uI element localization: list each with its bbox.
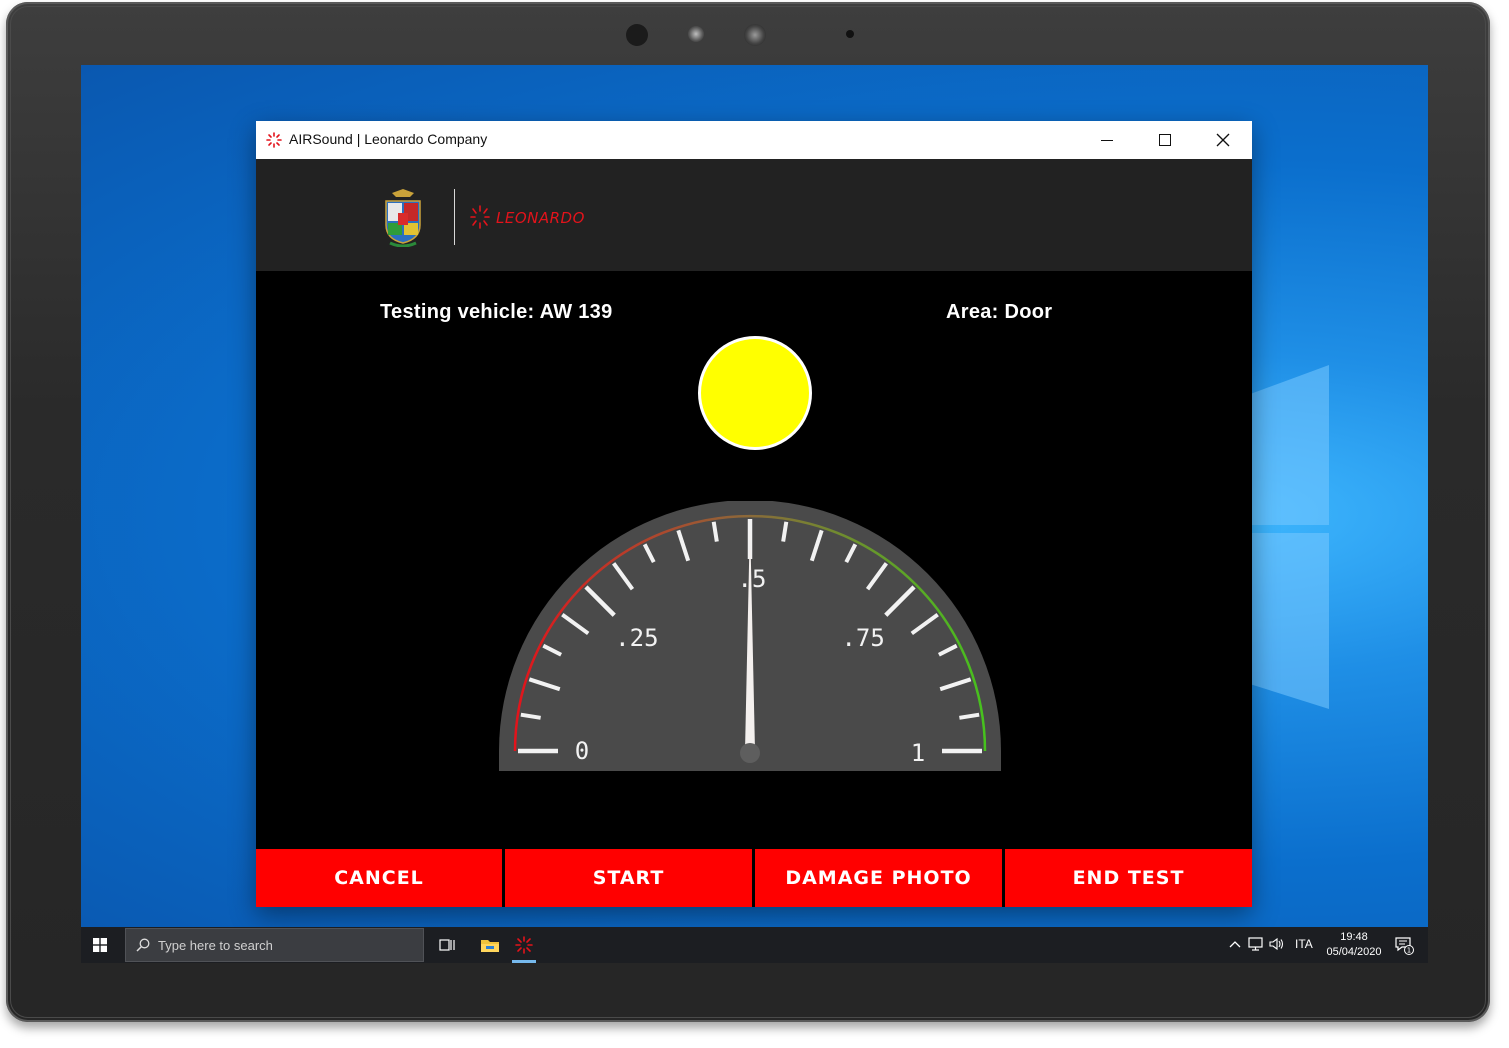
header-divider [454, 189, 455, 245]
gauge-tick-label: .25 [615, 624, 658, 652]
desktop-screen: AIRSound | Leonardo Company LEONARDO Tes… [81, 65, 1428, 963]
gauge-needle-hub [740, 743, 760, 763]
gauge-tick-label: 1 [911, 739, 925, 767]
camera-sensor-icon [626, 24, 648, 46]
gauge-meter: 0 .25 .5 .75 1 [499, 501, 1001, 771]
camera-lens-icon [688, 26, 704, 42]
minimize-button[interactable] [1078, 121, 1136, 159]
app-window: AIRSound | Leonardo Company LEONARDO Tes… [256, 121, 1252, 907]
airsound-app-icon[interactable] [514, 935, 534, 955]
status-indicator-light [698, 336, 812, 450]
chevron-up-icon[interactable] [1227, 936, 1243, 952]
clock-time: 19:48 [1340, 931, 1368, 943]
air-force-crest-icon [385, 189, 421, 247]
title-bar: AIRSound | Leonardo Company [256, 121, 1252, 159]
window-title: AIRSound | Leonardo Company [289, 131, 488, 147]
maximize-button[interactable] [1136, 121, 1194, 159]
windows-start-icon[interactable] [93, 938, 107, 952]
notification-icon[interactable]: 1 [1394, 935, 1414, 955]
gauge-tick-label: .75 [841, 624, 884, 652]
clock[interactable]: 19:48 05/04/2020 [1319, 930, 1389, 960]
area-label: Area: Door [946, 301, 1053, 323]
leonardo-spark-icon [266, 132, 282, 148]
cancel-button[interactable]: CANCEL [256, 849, 502, 907]
gauge-tick-label: .5 [738, 565, 767, 593]
start-button[interactable]: START [505, 849, 752, 907]
maximize-icon [1159, 134, 1171, 146]
file-explorer-icon[interactable] [480, 935, 500, 955]
close-button[interactable] [1194, 121, 1252, 159]
gauge-tick-label: 0 [575, 737, 589, 765]
action-bar: CANCEL START DAMAGE PHOTO END TEST [256, 849, 1252, 907]
volume-icon[interactable] [1268, 936, 1286, 952]
testing-vehicle-label: Testing vehicle: AW 139 [380, 301, 613, 323]
taskbar-search-box[interactable]: Type here to search [125, 928, 424, 962]
camera-lens-icon [744, 24, 766, 46]
network-icon[interactable] [1247, 936, 1265, 952]
task-view-icon[interactable] [437, 935, 457, 955]
clock-date: 05/04/2020 [1326, 946, 1382, 958]
light-sensor-icon [846, 30, 854, 38]
app-header: LEONARDO [256, 159, 1252, 271]
active-app-indicator [512, 960, 536, 963]
close-icon [1216, 133, 1230, 147]
leonardo-logo: LEONARDO [470, 205, 585, 229]
damage-photo-button[interactable]: DAMAGE PHOTO [755, 849, 1002, 907]
search-placeholder: Type here to search [158, 938, 273, 953]
language-indicator[interactable]: ITA [1295, 937, 1313, 951]
tablet-frame: AIRSound | Leonardo Company LEONARDO Tes… [6, 2, 1490, 1022]
taskbar: Type here to search ITA 19:48 05/04/2020… [81, 927, 1428, 963]
search-icon [136, 938, 150, 952]
end-test-button[interactable]: END TEST [1005, 849, 1252, 907]
notification-count: 1 [1407, 947, 1411, 955]
brand-name: LEONARDO [496, 209, 585, 227]
minimize-icon [1101, 140, 1113, 141]
